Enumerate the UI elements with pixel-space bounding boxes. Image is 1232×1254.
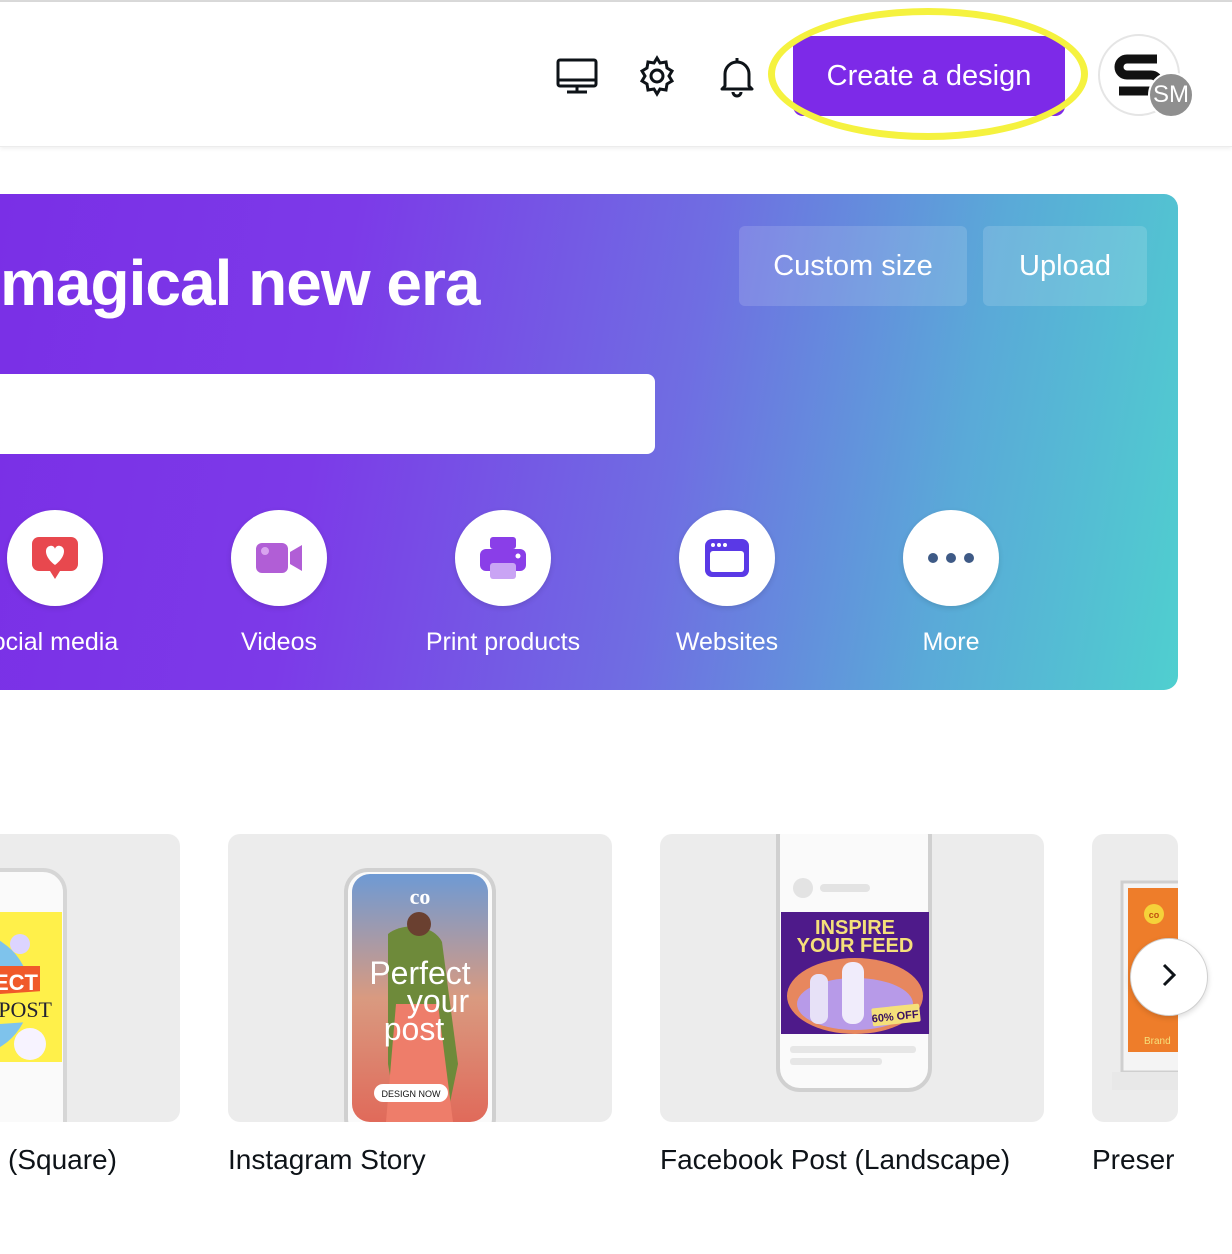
template-card-instagram-story[interactable]: co Perfect your post DESIGN NOW [228,834,612,1122]
category-label: Print products [425,628,581,656]
carousel-next-button[interactable] [1130,938,1208,1016]
svg-text:co: co [1149,910,1160,920]
template-card-facebook-post[interactable]: INSPIRE YOUR FEED 60% OFF [660,834,1044,1122]
top-header: Create a design SM [0,2,1232,147]
category-more[interactable]: More [851,510,1051,657]
custom-size-button[interactable]: Custom size [739,226,967,306]
category-print-products[interactable]: Print products [403,510,603,657]
category-label: More [922,628,980,656]
card-art-text: ECT [0,970,39,995]
template-label: Instagram Story [228,1144,426,1175]
desktop-icon[interactable] [555,54,599,98]
card-art-text: post [384,1011,445,1047]
card-art-text: POST [0,997,53,1022]
heart-chat-icon [7,510,103,606]
category-label: Videos [241,628,317,656]
bell-icon[interactable] [715,54,759,98]
printer-icon [455,510,551,606]
gear-icon[interactable] [635,54,679,98]
category-label: Websites [675,628,779,656]
category-websites[interactable]: Websites [627,510,827,657]
upload-button[interactable]: Upload [983,226,1147,306]
search-input[interactable] [0,374,655,454]
account-avatar[interactable]: SM [1098,34,1194,118]
category-social-media[interactable]: ocial media [0,510,155,657]
template-card-square[interactable]: ECT POST [0,834,180,1122]
svg-text:co: co [410,884,431,909]
chevron-right-icon [1159,962,1179,993]
card-art-text: YOUR FEED [797,935,914,957]
card-art-text: Brand [1144,1036,1171,1047]
create-design-button[interactable]: Create a design [793,36,1065,116]
banner-title: magical new era [0,247,480,319]
video-camera-icon [231,510,327,606]
template-label: Preser [1092,1144,1175,1175]
category-label: ocial media [0,628,119,656]
browser-window-icon [679,510,775,606]
user-initials-badge: SM [1148,72,1194,118]
category-videos[interactable]: Videos [179,510,379,657]
template-label: (Square) [8,1144,117,1175]
template-label: Facebook Post (Landscape) [660,1144,1011,1175]
more-dots-icon [903,510,999,606]
card-art-text: DESIGN NOW [381,1089,441,1099]
